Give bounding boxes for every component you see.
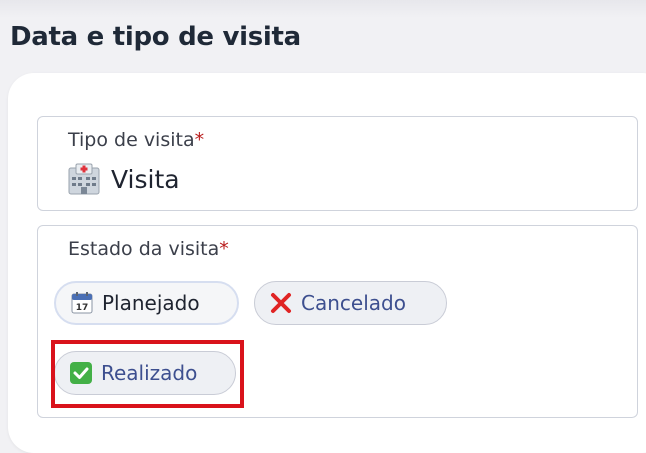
svg-text:17: 17 bbox=[76, 303, 89, 313]
status-chip-label: Planejado bbox=[102, 291, 200, 315]
status-chip-label: Realizado bbox=[101, 361, 198, 385]
status-chip-label: Cancelado bbox=[301, 291, 406, 315]
hospital-icon bbox=[68, 163, 100, 195]
green-check-icon bbox=[70, 362, 92, 384]
required-mark: * bbox=[219, 238, 229, 260]
visit-type-value-row: Visita bbox=[67, 162, 180, 196]
visit-type-label-text: Tipo de visita bbox=[68, 129, 195, 151]
section-title: Data e tipo de visita bbox=[10, 22, 301, 52]
visit-status-label-text: Estado da visita bbox=[68, 238, 220, 260]
visit-status-label: Estado da visita* bbox=[68, 238, 229, 260]
top-strip bbox=[0, 0, 646, 18]
status-chip-planejado[interactable]: 17 Planejado bbox=[54, 281, 239, 325]
status-chip-cancelado[interactable]: Cancelado bbox=[254, 281, 447, 325]
visit-type-label: Tipo de visita* bbox=[68, 129, 204, 151]
required-mark: * bbox=[194, 129, 205, 151]
status-chip-realizado[interactable]: Realizado bbox=[54, 351, 236, 395]
visit-status-field: Estado da visita* 17 Planejado Cancelado… bbox=[37, 225, 638, 418]
red-x-icon bbox=[271, 293, 291, 313]
visit-type-field[interactable]: Tipo de visita* Visita bbox=[37, 116, 638, 211]
visit-type-value: Visita bbox=[111, 164, 180, 194]
calendar-icon: 17 bbox=[71, 292, 93, 314]
